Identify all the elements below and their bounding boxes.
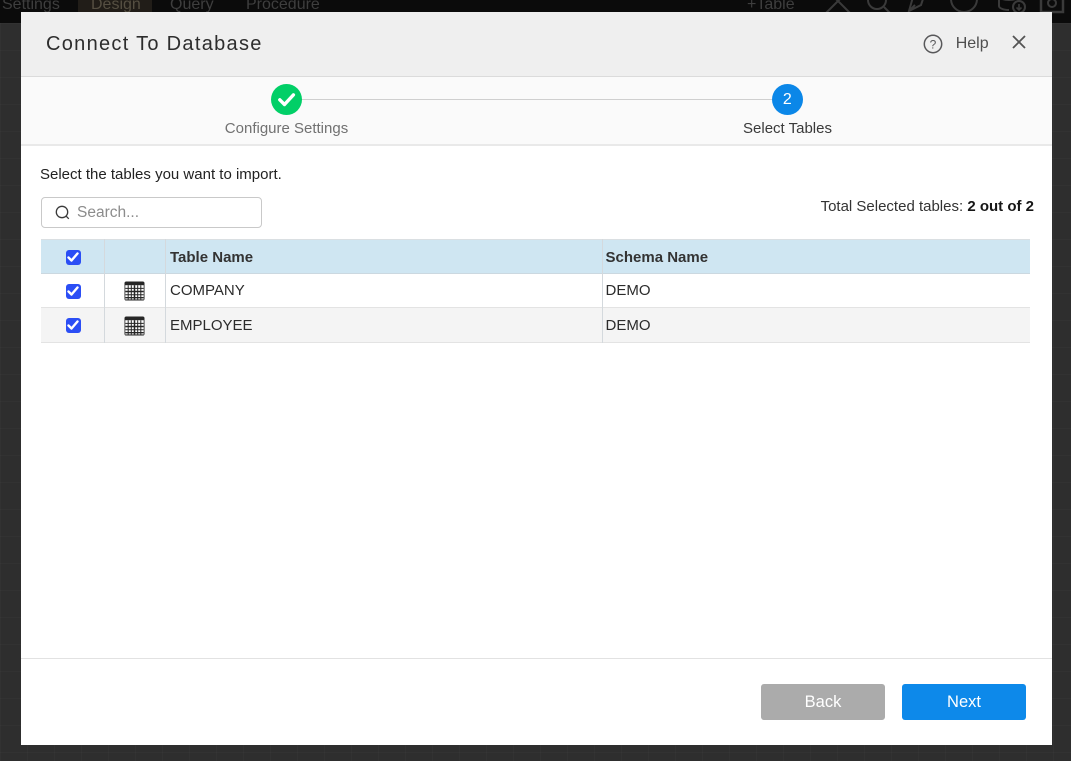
svg-text:?: ? (929, 37, 936, 51)
